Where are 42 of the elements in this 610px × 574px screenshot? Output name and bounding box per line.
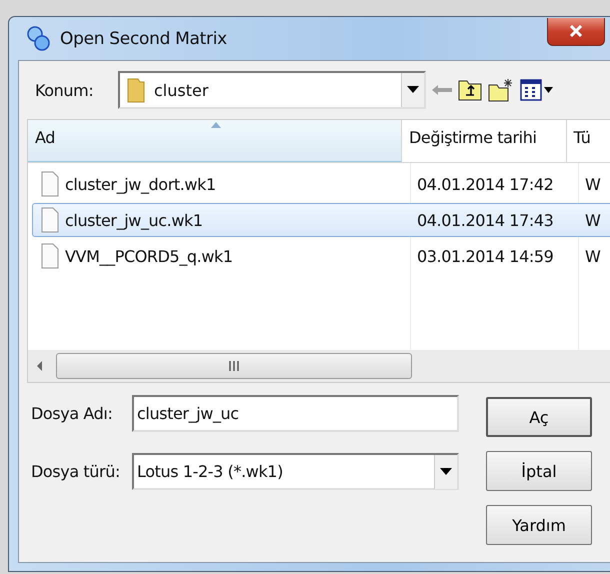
dialog-button[interactable]: Aç xyxy=(486,397,592,437)
file-type-dropdown[interactable]: Lotus 1-2-3 (*.wk1) xyxy=(132,453,459,490)
column-header[interactable]: Değiştirme tarihi xyxy=(402,120,567,162)
file-row[interactable]: VVM__PCORD5_q.wk1 03.01.2014 14:59 W xyxy=(32,239,610,273)
file-row[interactable]: cluster_jw_uc.wk1 04.01.2014 17:43 W xyxy=(32,203,610,237)
scroll-thumb[interactable] xyxy=(56,353,412,379)
close-button[interactable] xyxy=(547,18,605,46)
view-menu-icon[interactable] xyxy=(520,79,554,101)
location-label: Konum: xyxy=(35,80,94,100)
window-title: Open Second Matrix xyxy=(60,28,227,48)
file-type-label: Dosya türü: xyxy=(31,462,121,481)
file-name: cluster_jw_dort.wk1 xyxy=(65,174,216,194)
new-folder-icon[interactable] xyxy=(488,78,514,102)
modified-date: 04.01.2014 17:42 xyxy=(417,174,554,194)
scroll-left-icon[interactable] xyxy=(36,361,44,371)
table-cell: W xyxy=(585,174,600,194)
column-header[interactable]: Ad xyxy=(28,120,402,162)
horizontal-scrollbar[interactable] xyxy=(28,350,610,382)
file-name: VVM__PCORD5_q.wk1 xyxy=(65,246,233,266)
file-name-label: Dosya Adı: xyxy=(31,404,114,423)
dropdown-arrow-icon xyxy=(407,86,419,94)
file-name: cluster_jw_uc.wk1 xyxy=(65,210,203,230)
app-icon xyxy=(27,26,51,52)
file-icon xyxy=(41,243,59,269)
location-dropdown[interactable]: cluster xyxy=(118,71,426,109)
column-header[interactable]: Tü xyxy=(566,120,610,162)
modified-date: 04.01.2014 17:43 xyxy=(417,210,554,230)
table-cell: W xyxy=(585,210,600,230)
file-icon xyxy=(41,171,59,197)
table-cell: W xyxy=(585,246,600,266)
file-row[interactable]: cluster_jw_dort.wk1 04.01.2014 17:42 W xyxy=(32,167,610,201)
dialog-button[interactable]: İptal xyxy=(486,451,592,491)
grip-icon xyxy=(229,361,239,371)
close-icon xyxy=(569,25,583,37)
dialog-button[interactable]: Yardım xyxy=(486,505,592,545)
folder-icon xyxy=(126,76,146,104)
file-icon xyxy=(41,207,59,233)
dropdown-arrow-icon xyxy=(440,468,452,476)
modified-date: 03.01.2014 14:59 xyxy=(417,246,554,266)
file-name-field[interactable]: cluster_jw_uc xyxy=(132,395,459,432)
sort-arrow-icon xyxy=(211,122,221,128)
folder-up-icon[interactable] xyxy=(458,79,482,101)
